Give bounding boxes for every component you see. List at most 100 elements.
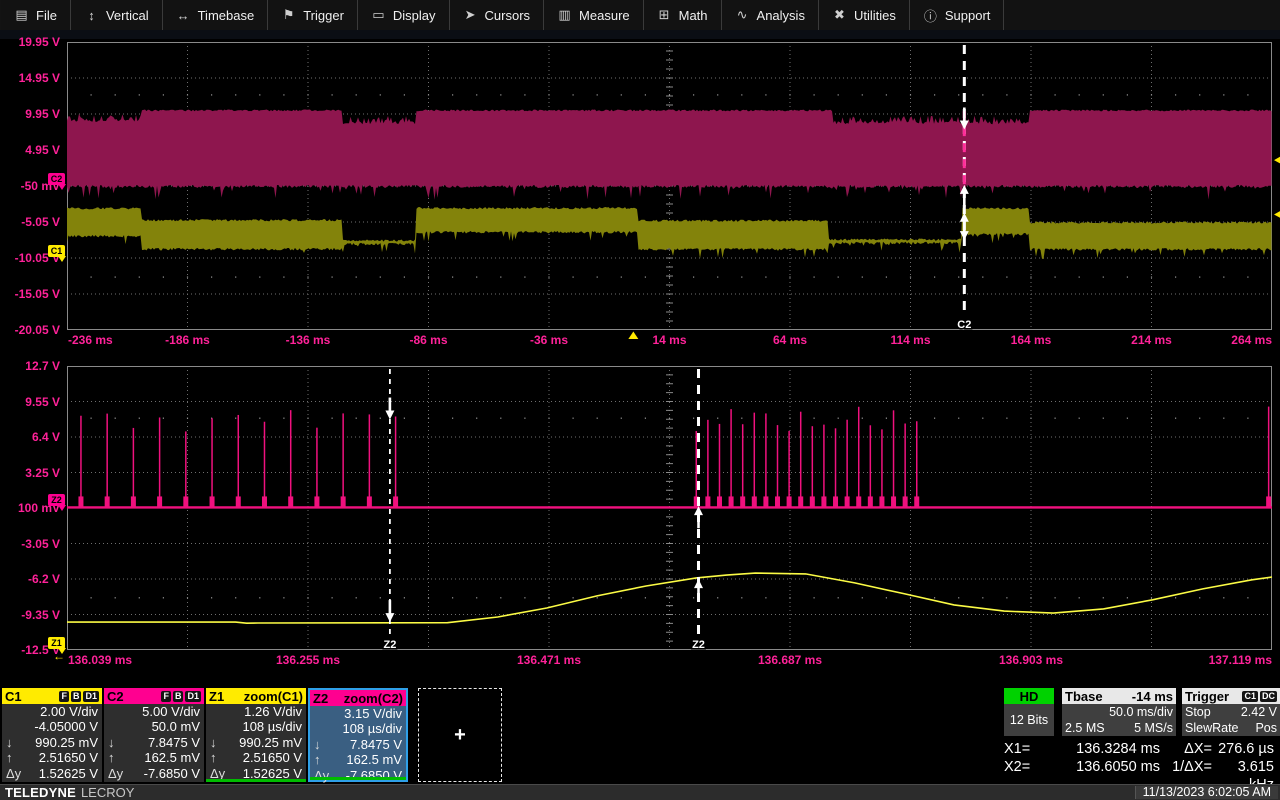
x-tick-label: 136.039 ms — [68, 653, 132, 667]
dx-label: ΔX= — [1160, 740, 1212, 758]
menu-item-file[interactable]: ▤File — [0, 0, 71, 30]
menu-item-analysis[interactable]: ∿Analysis — [722, 0, 819, 30]
descriptor-row: ↓7.8475 V — [310, 737, 406, 752]
x-tick-label: 214 ms — [1131, 333, 1172, 347]
add-trace-box[interactable]: + — [418, 688, 502, 782]
trace-tag-pointer-icon — [58, 256, 66, 262]
status-bar: TELEDYNELECROY 11/13/2023 6:02:05 AM — [0, 784, 1280, 800]
descriptor-row: Δy-7.6850 V — [104, 766, 204, 781]
descriptor-row: ↓7.8475 V — [104, 735, 204, 750]
y-tick-label: 9.55 V — [2, 395, 60, 409]
trace-tag-pointer-icon — [58, 505, 66, 511]
timebase-summary-box[interactable]: Tbase -14 ms 50.0 ms/div 2.5 MS 5 MS/s — [1062, 688, 1176, 736]
cursor-arrow-icon: ➤ — [463, 7, 478, 23]
trace-source: zoom(C2) — [344, 691, 403, 706]
menu-item-display[interactable]: ▭ Display — [358, 0, 450, 30]
descriptor-row: ↓990.25 mV — [206, 735, 306, 750]
x1-label: X1= — [1004, 740, 1044, 758]
vertical-axis-icon: ↕ — [84, 8, 99, 23]
menu-bar-divider — [0, 30, 1280, 39]
trigger-title: Trigger — [1185, 689, 1229, 704]
trace-name: C2 — [107, 689, 124, 704]
cursor-label: Z2 — [692, 639, 705, 651]
x2-value: 136.6050 ms — [1044, 758, 1160, 776]
y-tick-label: 14.95 V — [2, 71, 60, 85]
x-tick-label: -186 ms — [165, 333, 210, 347]
x-tick-label: 114 ms — [890, 333, 930, 347]
trigger-summary-box[interactable]: Trigger C1 DC Stop 2.42 V SlewRate Pos — [1182, 688, 1280, 736]
trigger-position-icon[interactable] — [628, 332, 638, 340]
x-tick-label: 136.687 ms — [758, 653, 822, 667]
menu-item-vertical[interactable]: ↕ Vertical — [71, 0, 163, 30]
menu-item-label: Measure — [579, 8, 630, 23]
menu-item-label: Cursors — [485, 8, 531, 23]
descriptor-c1[interactable]: C1FBD12.00 V/div-4.05000 V↓990.25 mV↑2.5… — [2, 688, 102, 782]
trigger-type: SlewRate — [1185, 720, 1239, 736]
menu-item-utilities[interactable]: ✖Utilities — [819, 0, 910, 30]
x-tick-label: -236 ms — [68, 333, 113, 347]
badge-trigger-coupling: DC — [1260, 691, 1277, 702]
descriptor-row: ↑162.5 mV — [104, 750, 204, 765]
x-tick-label: 136.471 ms — [517, 653, 581, 667]
file-icon: ▤ — [14, 7, 29, 23]
math-calculator-icon: ⊞ — [657, 7, 672, 23]
menu-item-support[interactable]: ⓘ Support — [910, 0, 1005, 30]
oscilloscope-window: ▤File ↕ Vertical ↔Timebase⚑Trigger ▭ Display ➤… — [0, 0, 1280, 800]
x-tick-label: -136 ms — [286, 333, 331, 347]
menu-item-label: Support — [945, 8, 991, 23]
fx-label: 1/ΔX= — [1160, 758, 1212, 776]
trace-tag-pointer-icon — [58, 648, 66, 654]
descriptor-row: Δy-7.6850 V — [310, 768, 406, 783]
descriptor-row: ↑2.51650 V — [2, 750, 102, 765]
trace-on-indicator — [310, 777, 406, 780]
descriptor-z1[interactable]: Z1zoom(C1)1.26 V/div108 µs/div↓990.25 mV… — [206, 688, 306, 782]
clock[interactable]: 11/13/2023 6:02:05 AM — [1135, 786, 1278, 799]
trace-z2-baseline[interactable] — [67, 506, 1272, 508]
trace-name: C1 — [5, 689, 22, 704]
timebase-scale: 50.0 ms/div — [1065, 704, 1173, 720]
descriptor-row: ↓990.25 mV — [2, 735, 102, 750]
menu-item-cursors[interactable]: ➤ Cursors — [450, 0, 545, 30]
hd-mode-label: HD — [1004, 688, 1054, 704]
menu-item-label: Display — [393, 8, 436, 23]
cursor-label: Z2 — [383, 639, 396, 651]
y-tick-label: 9.95 V — [2, 107, 60, 121]
cursor-label: C2 — [957, 319, 971, 331]
menu-item-timebase[interactable]: ↔Timebase — [163, 0, 269, 30]
y-tick-label: -9.35 V — [2, 608, 60, 622]
trace-name: Z1 — [209, 689, 224, 704]
badge-d1: D1 — [83, 691, 99, 702]
y-tick-label: 3.25 V — [2, 466, 60, 480]
waveform-grid-main[interactable]: C2 — [67, 42, 1272, 330]
cursor-readout: X1= 136.3284 ms ΔX= 276.6 µs X2= 136.605… — [1004, 740, 1278, 776]
support-info-icon: ⓘ — [923, 6, 938, 25]
menu-item-measure[interactable]: ▥Measure — [544, 0, 644, 30]
timebase-icon: ↔ — [176, 8, 191, 23]
level-marker-icon[interactable] — [1274, 155, 1280, 165]
hd-mode-box[interactable]: HD 12 Bits — [1004, 688, 1054, 736]
descriptor-z2[interactable]: Z2zoom(C2)3.15 V/div108 µs/div↓7.8475 V↑… — [308, 688, 408, 782]
display-monitor-icon: ▭ — [371, 7, 386, 23]
descriptor-row: ↑162.5 mV — [310, 752, 406, 767]
descriptor-row: 108 µs/div — [206, 719, 306, 734]
menu-item-math[interactable]: ⊞ Math — [644, 0, 722, 30]
badge-d1: D1 — [185, 691, 201, 702]
x2-label: X2= — [1004, 758, 1044, 776]
badge-trigger-source: C1 — [1242, 691, 1258, 702]
descriptor-row: Δy1.52625 V — [2, 766, 102, 781]
timebase-offset: -14 ms — [1132, 689, 1173, 704]
menu-item-label: Vertical — [106, 8, 149, 23]
x-tick-label: 264 ms — [1231, 333, 1272, 347]
y-tick-label: -20.05 V — [2, 323, 60, 337]
trace-tag-pointer-icon — [58, 184, 66, 190]
level-marker-icon[interactable] — [1274, 209, 1280, 219]
waveform-grid-zoom[interactable]: Z2Z2← — [67, 366, 1272, 650]
x-tick-label: 137.119 ms — [1209, 653, 1272, 667]
descriptor-row: -4.05000 V — [2, 719, 102, 734]
descriptor-c2[interactable]: C2FBD15.00 V/div50.0 mV↓7.8475 V↑162.5 m… — [104, 688, 204, 782]
menu-item-trigger[interactable]: ⚑Trigger — [268, 0, 358, 30]
y-tick-label: 19.95 V — [2, 35, 60, 49]
x1-value: 136.3284 ms — [1044, 740, 1160, 758]
menu-item-label: Utilities — [854, 8, 896, 23]
menu-item-label: Math — [679, 8, 708, 23]
